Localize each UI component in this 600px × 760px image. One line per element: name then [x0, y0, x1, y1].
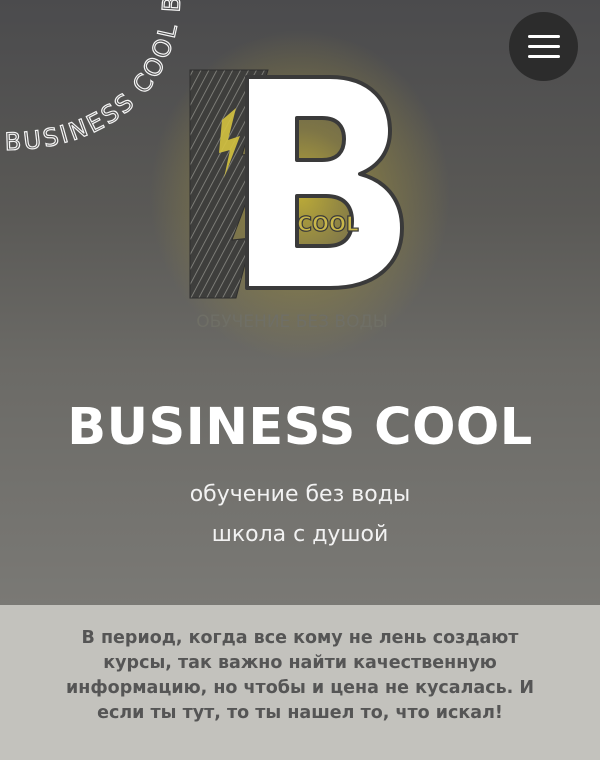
logo-letter-b	[245, 75, 404, 290]
logo-cool-label: COOL	[297, 212, 359, 236]
menu-button[interactable]	[509, 12, 578, 81]
intro-section: В период, когда все кому не лень создают…	[0, 605, 600, 760]
tagline-line-2: школа с душой	[211, 522, 389, 547]
logo-arc-text: BUSINESS COOL BUSINESS	[0, 0, 186, 156]
page-title: BUSINESS COOL	[67, 398, 533, 457]
intro-text: В период, когда все кому не лень создают…	[65, 628, 535, 723]
tagline-line-1: обучение без воды	[189, 482, 411, 507]
hero-section: BUSINESS COOL BUSINESS COOL ОБУЧЕНИЕ БЕЗ…	[0, 0, 600, 605]
logo-slogan: ОБУЧЕНИЕ БЕЗ ВОДЫ	[196, 312, 387, 332]
